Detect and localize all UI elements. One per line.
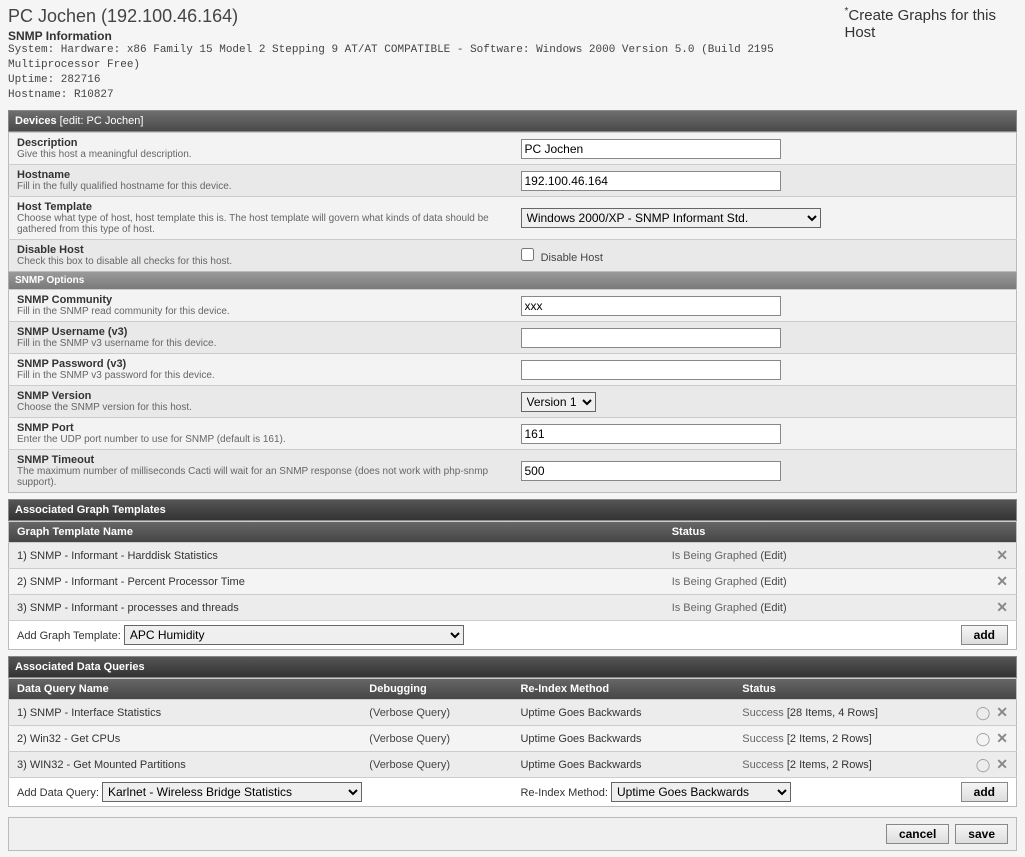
add-graph-template-select[interactable]: APC Humidity	[124, 625, 464, 645]
page-title: PC Jochen (192.100.46.164)	[8, 6, 845, 27]
snmp-community-input[interactable]	[521, 296, 781, 316]
description-label: Description	[17, 137, 505, 149]
host-template-select[interactable]: Windows 2000/XP - SNMP Informant Std.	[521, 208, 821, 228]
snmp-community-desc: Fill in the SNMP read community for this…	[17, 306, 505, 317]
gt-edit-link[interactable]: (Edit)	[760, 550, 786, 562]
dq-col-name: Data Query Name	[9, 679, 362, 700]
devices-edit-label: [edit: PC Jochen]	[60, 115, 144, 127]
delete-icon[interactable]: ✕	[996, 730, 1008, 746]
add-graph-template-button[interactable]: add	[961, 625, 1008, 645]
snmp-system-line: System: Hardware: x86 Family 15 Model 2 …	[8, 43, 845, 73]
gt-row: 3) SNMP - Informant - processes and thre…	[9, 595, 1017, 621]
delete-icon[interactable]: ✕	[996, 704, 1008, 720]
delete-icon[interactable]: ✕	[996, 756, 1008, 772]
dq-col-status: Status	[734, 679, 952, 700]
devices-section-header: Devices [edit: PC Jochen]	[8, 110, 1017, 132]
dq-col-debug: Debugging	[361, 679, 512, 700]
snmp-port-input[interactable]	[521, 424, 781, 444]
snmp-timeout-desc: The maximum number of milliseconds Cacti…	[17, 466, 505, 488]
reload-icon[interactable]: ◯	[976, 705, 991, 720]
gt-row: 1) SNMP - Informant - Harddisk Statistic…	[9, 543, 1017, 569]
create-graphs-link[interactable]: *Create Graphs for this Host	[845, 6, 1018, 41]
host-template-label: Host Template	[17, 201, 505, 213]
dq-verbose-link[interactable]: (Verbose Query)	[369, 759, 450, 771]
dq-verbose-link[interactable]: (Verbose Query)	[369, 733, 450, 745]
disable-host-label: Disable Host	[17, 244, 505, 256]
reindex-method-label: Re-Index Method:	[520, 787, 607, 799]
delete-icon[interactable]: ✕	[996, 573, 1008, 589]
reindex-method-select[interactable]: Uptime Goes Backwards	[611, 782, 791, 802]
dq-row: 3) WIN32 - Get Mounted Partitions (Verbo…	[9, 752, 1017, 778]
snmp-options-header: SNMP Options	[8, 272, 1017, 289]
snmp-info-heading: SNMP Information	[8, 29, 845, 43]
snmp-timeout-input[interactable]	[521, 461, 781, 481]
description-input[interactable]	[521, 139, 781, 159]
snmp-timeout-label: SNMP Timeout	[17, 454, 505, 466]
gt-col-status: Status	[664, 522, 953, 543]
snmp-hostname-line: Hostname: R10827	[8, 88, 845, 103]
disable-host-checkbox-label: Disable Host	[541, 252, 603, 264]
snmp-username-input[interactable]	[521, 328, 781, 348]
gt-edit-link[interactable]: (Edit)	[760, 602, 786, 614]
add-data-query-select[interactable]: Karlnet - Wireless Bridge Statistics	[102, 782, 362, 802]
delete-icon[interactable]: ✕	[996, 547, 1008, 563]
gt-col-name: Graph Template Name	[9, 522, 664, 543]
add-data-query-button[interactable]: add	[961, 782, 1008, 802]
snmp-username-label: SNMP Username (v3)	[17, 326, 505, 338]
graph-templates-header: Associated Graph Templates	[8, 499, 1017, 521]
disable-host-desc: Check this box to disable all checks for…	[17, 256, 505, 267]
description-desc: Give this host a meaningful description.	[17, 149, 505, 160]
snmp-community-label: SNMP Community	[17, 294, 505, 306]
snmp-port-desc: Enter the UDP port number to use for SNM…	[17, 434, 505, 445]
save-button[interactable]: save	[955, 824, 1008, 844]
reload-icon[interactable]: ◯	[976, 757, 991, 772]
gt-row: 2) SNMP - Informant - Percent Processor …	[9, 569, 1017, 595]
data-queries-header: Associated Data Queries	[8, 656, 1017, 678]
dq-verbose-link[interactable]: (Verbose Query)	[369, 707, 450, 719]
hostname-input[interactable]	[521, 171, 781, 191]
dq-row: 2) Win32 - Get CPUs (Verbose Query) Upti…	[9, 726, 1017, 752]
cancel-button[interactable]: cancel	[886, 824, 949, 844]
dq-row: 1) SNMP - Interface Statistics (Verbose …	[9, 700, 1017, 726]
snmp-password-desc: Fill in the SNMP v3 password for this de…	[17, 370, 505, 381]
snmp-version-desc: Choose the SNMP version for this host.	[17, 402, 505, 413]
hostname-desc: Fill in the fully qualified hostname for…	[17, 181, 505, 192]
snmp-version-select[interactable]: Version 1	[521, 392, 596, 412]
reload-icon[interactable]: ◯	[976, 731, 991, 746]
snmp-uptime-line: Uptime: 282716	[8, 73, 845, 88]
host-template-desc: Choose what type of host, host template …	[17, 213, 505, 235]
snmp-port-label: SNMP Port	[17, 422, 505, 434]
delete-icon[interactable]: ✕	[996, 599, 1008, 615]
snmp-version-label: SNMP Version	[17, 390, 505, 402]
gt-edit-link[interactable]: (Edit)	[760, 576, 786, 588]
snmp-username-desc: Fill in the SNMP v3 username for this de…	[17, 338, 505, 349]
add-data-query-label: Add Data Query:	[17, 787, 99, 799]
add-graph-template-label: Add Graph Template:	[17, 630, 121, 642]
dq-col-reindex: Re-Index Method	[512, 679, 734, 700]
snmp-password-label: SNMP Password (v3)	[17, 358, 505, 370]
snmp-password-input[interactable]	[521, 360, 781, 380]
hostname-label: Hostname	[17, 169, 505, 181]
disable-host-checkbox[interactable]	[521, 248, 534, 261]
